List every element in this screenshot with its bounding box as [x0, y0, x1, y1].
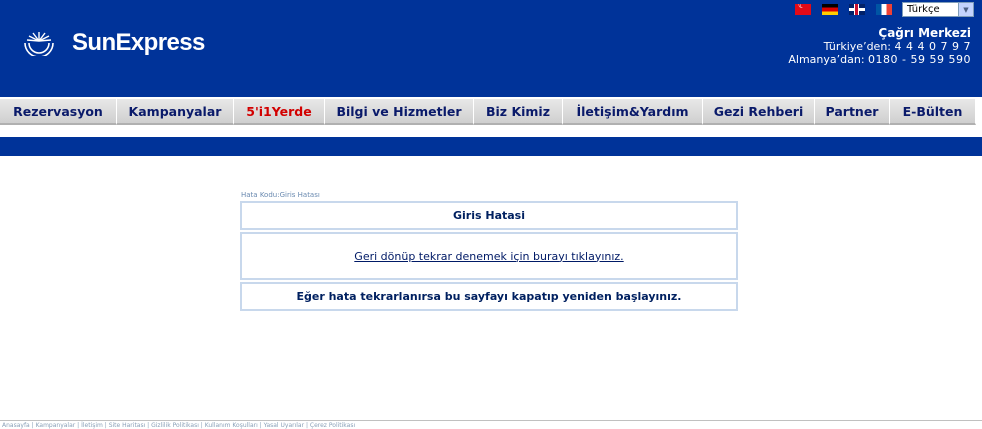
nav-item-rezervasyon[interactable]: Rezervasyon: [0, 99, 117, 125]
error-retry-box: Geri dönüp tekrar denemek için burayı tı…: [240, 232, 738, 280]
language-bar: Türkçe ▼: [784, 2, 974, 17]
turkish-flag-icon[interactable]: [795, 4, 811, 15]
turkey-label: Türkiye’den:: [823, 40, 892, 53]
error-restart-box: Eğer hata tekrarlanırsa bu sayfayı kapat…: [240, 282, 738, 311]
main-nav: Rezervasyon Kampanyalar 5'i1Yerde Bilgi …: [0, 97, 982, 127]
language-select-value: Türkçe: [907, 4, 940, 15]
retry-link[interactable]: Geri dönüp tekrar denemek için burayı tı…: [354, 250, 623, 263]
sunexpress-logo[interactable]: SunExpress: [22, 29, 205, 57]
nav-item-partner[interactable]: Partner: [815, 99, 890, 125]
sun-logo-icon: [24, 32, 54, 56]
language-select[interactable]: Türkçe ▼: [902, 2, 974, 17]
nav-item-bilgi-ve-hizmetler[interactable]: Bilgi ve Hizmetler: [325, 99, 474, 125]
uk-flag-icon[interactable]: [849, 4, 865, 15]
germany-phone: Almanya’dan: 0180 - 59 59 590: [788, 53, 971, 66]
turkey-number: 4 4 4 0 7 9 7: [894, 40, 971, 53]
nav-item-biz-kimiz[interactable]: Biz Kimiz: [474, 99, 563, 125]
chevron-down-icon[interactable]: ▼: [958, 3, 973, 16]
brand-name: SunExpress: [72, 29, 205, 56]
subheader-bar: [0, 137, 982, 156]
error-title-box: Giris Hatasi: [240, 201, 738, 230]
error-code: Hata Kodu:Giris Hatası: [241, 191, 320, 199]
error-title: Giris Hatasi: [453, 209, 525, 222]
site-header: SunExpress Türkçe ▼ Çağrı Merkezi Türkiy…: [0, 0, 982, 97]
french-flag-icon[interactable]: [876, 4, 892, 15]
call-center-title: Çağrı Merkezi: [878, 26, 971, 40]
nav-item-e-bulten[interactable]: E-Bülten: [890, 99, 976, 125]
footer-divider: [0, 420, 982, 421]
germany-label: Almanya’dan:: [788, 53, 865, 66]
nav-item-gezi-rehberi[interactable]: Gezi Rehberi: [703, 99, 815, 125]
nav-item-kampanyalar[interactable]: Kampanyalar: [117, 99, 234, 125]
nav-item-5i1yerde[interactable]: 5'i1Yerde: [234, 99, 325, 125]
restart-message: Eğer hata tekrarlanırsa bu sayfayı kapat…: [296, 290, 682, 303]
nav-item-iletisim-yardim[interactable]: İletişim&Yardım: [563, 99, 703, 125]
german-flag-icon[interactable]: [822, 4, 838, 15]
turkey-phone: Türkiye’den: 4 4 4 0 7 9 7: [788, 40, 971, 53]
germany-number: 0180 - 59 59 590: [868, 53, 971, 66]
call-center: Çağrı Merkezi Türkiye’den: 4 4 4 0 7 9 7…: [788, 26, 971, 67]
